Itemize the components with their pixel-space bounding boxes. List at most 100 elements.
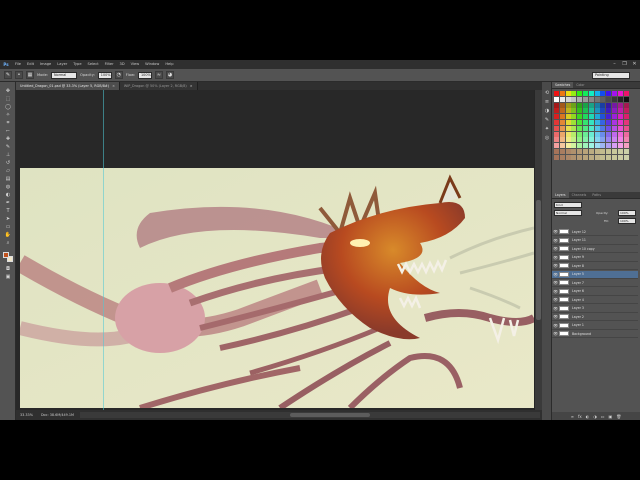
- color-swatch[interactable]: [588, 91, 594, 96]
- color-swatch[interactable]: [565, 143, 571, 149]
- opacity-input[interactable]: 100%: [97, 71, 112, 79]
- layer-row[interactable]: 👁 Background: [552, 330, 638, 338]
- marquee-tool-icon[interactable]: ⬚: [3, 96, 13, 103]
- color-swatch[interactable]: [594, 143, 600, 149]
- color-swatch[interactable]: [588, 137, 594, 143]
- zoom-tool-icon[interactable]: ⌕: [3, 240, 13, 247]
- brush-panel-icon[interactable]: ▦: [26, 71, 34, 79]
- new-group-icon[interactable]: ▭: [601, 414, 605, 419]
- swatches-grid[interactable]: [554, 91, 630, 161]
- color-swatch[interactable]: [577, 91, 583, 96]
- color-swatch[interactable]: [617, 102, 623, 108]
- color-swatch[interactable]: [565, 137, 571, 143]
- menu-window[interactable]: Window: [142, 60, 162, 69]
- color-swatch[interactable]: [606, 137, 612, 143]
- color-swatch[interactable]: [623, 131, 629, 137]
- color-swatch[interactable]: [617, 108, 623, 114]
- color-swatch[interactable]: [612, 120, 617, 125]
- color-swatch[interactable]: [606, 91, 612, 96]
- color-swatch[interactable]: [565, 125, 571, 131]
- eye-icon[interactable]: 👁: [552, 331, 559, 336]
- color-swatch[interactable]: [594, 108, 600, 114]
- color-swatch[interactable]: [577, 120, 583, 125]
- menu-edit[interactable]: Edit: [24, 60, 37, 69]
- color-swatch[interactable]: [588, 125, 594, 131]
- path-select-tool-icon[interactable]: ➤: [3, 216, 13, 223]
- hand-tool-icon[interactable]: ✋: [3, 232, 13, 239]
- guide-line[interactable]: [103, 90, 104, 410]
- dragon-artwork[interactable]: [20, 168, 534, 408]
- tab-channels[interactable]: Channels: [569, 192, 590, 198]
- move-tool-icon[interactable]: ✥: [3, 88, 13, 95]
- menu-layer[interactable]: Layer: [54, 60, 70, 69]
- history-icon[interactable]: ⟲: [543, 90, 551, 97]
- menu-type[interactable]: Type: [70, 60, 84, 69]
- color-swatch[interactable]: [554, 114, 559, 120]
- menu-file[interactable]: File: [12, 60, 24, 69]
- color-swatch[interactable]: [594, 120, 600, 125]
- layer-style-icon[interactable]: fx: [578, 414, 582, 419]
- color-swatch[interactable]: [623, 154, 629, 160]
- color-swatch[interactable]: [571, 120, 577, 125]
- color-swatch[interactable]: [554, 143, 559, 149]
- color-swatch[interactable]: [583, 154, 588, 160]
- color-swatch[interactable]: [571, 137, 577, 143]
- tab-paths[interactable]: Paths: [589, 192, 604, 198]
- new-layer-icon[interactable]: ▣: [609, 414, 613, 419]
- color-swatch[interactable]: [559, 108, 565, 114]
- eye-icon[interactable]: 👁: [552, 263, 559, 268]
- screen-mode-icon[interactable]: ▣: [3, 274, 13, 281]
- color-swatch[interactable]: [600, 125, 606, 131]
- eye-icon[interactable]: 👁: [552, 238, 559, 243]
- layer-row[interactable]: 👁 Layer 5: [552, 270, 638, 279]
- eye-icon[interactable]: 👁: [552, 289, 559, 294]
- mode-select[interactable]: Normal: [51, 71, 78, 79]
- color-swatch[interactable]: [606, 125, 612, 131]
- color-swatch[interactable]: [583, 120, 588, 125]
- workspace-select[interactable]: Painting: [592, 72, 630, 79]
- layer-opacity-input[interactable]: 100%: [618, 210, 636, 216]
- color-swatch[interactable]: [577, 131, 583, 137]
- color-swatch[interactable]: [600, 91, 606, 96]
- color-swatch[interactable]: [600, 131, 606, 137]
- color-swatch[interactable]: [571, 96, 577, 102]
- color-swatch[interactable]: [571, 125, 577, 131]
- color-swatch[interactable]: [554, 108, 559, 114]
- color-swatch[interactable]: [571, 131, 577, 137]
- color-swatch[interactable]: [571, 108, 577, 114]
- layer-row[interactable]: 👁 Layer 7: [552, 279, 638, 287]
- color-swatch[interactable]: [606, 114, 612, 120]
- color-swatch[interactable]: [559, 154, 565, 160]
- color-swatch[interactable]: [623, 108, 629, 114]
- color-swatch[interactable]: [617, 137, 623, 143]
- color-swatch[interactable]: [559, 120, 565, 125]
- color-swatch[interactable]: [588, 149, 594, 154]
- color-swatch[interactable]: [559, 131, 565, 137]
- horizontal-scroll-thumb[interactable]: [290, 413, 370, 417]
- zoom-level[interactable]: 33.33%: [20, 413, 33, 417]
- layer-row[interactable]: 👁 Layer 3: [552, 305, 638, 313]
- brush-size-icon[interactable]: •: [15, 71, 23, 79]
- color-swatch[interactable]: [571, 149, 577, 154]
- color-swatch[interactable]: [588, 143, 594, 149]
- color-swatch[interactable]: [577, 96, 583, 102]
- color-swatch[interactable]: [577, 154, 583, 160]
- color-swatch[interactable]: [594, 149, 600, 154]
- color-swatch[interactable]: [606, 131, 612, 137]
- color-swatch[interactable]: [571, 102, 577, 108]
- layer-row[interactable]: 👁 Layer 2: [552, 313, 638, 321]
- eye-icon[interactable]: 👁: [552, 246, 559, 251]
- color-swatch[interactable]: [600, 114, 606, 120]
- color-swatch[interactable]: [600, 108, 606, 114]
- color-swatch[interactable]: [554, 102, 559, 108]
- eraser-tool-icon[interactable]: ▱: [3, 168, 13, 175]
- eye-icon[interactable]: 👁: [552, 280, 559, 285]
- color-swatch[interactable]: [612, 114, 617, 120]
- color-swatch[interactable]: [588, 114, 594, 120]
- color-swatch[interactable]: [559, 125, 565, 131]
- color-swatch[interactable]: [617, 149, 623, 154]
- eye-icon[interactable]: 👁: [552, 272, 559, 277]
- color-swatch[interactable]: [554, 154, 559, 160]
- color-swatch[interactable]: [559, 114, 565, 120]
- shape-tool-icon[interactable]: ▭: [3, 224, 13, 231]
